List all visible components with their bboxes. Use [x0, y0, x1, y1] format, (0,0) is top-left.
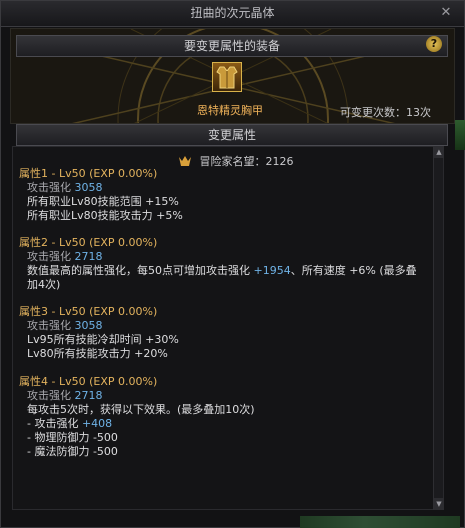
attack-enhance-label: 攻击强化	[27, 319, 71, 332]
attack-enhance-value: 2718	[74, 389, 103, 402]
change-attribute-header: 变更属性	[16, 124, 448, 146]
attack-enhance-row: 攻击强化 3058	[19, 319, 439, 333]
scrollbar[interactable]: ▲ ▼	[433, 146, 444, 510]
attack-enhance-label: 攻击强化	[27, 181, 71, 194]
effect-line: 数值最高的属性强化，每50点可增加攻击强化 +1954、所有速度 +6% (最多…	[19, 264, 439, 278]
effect-highlight: +1954	[253, 264, 291, 277]
title-bar: 扭曲的次元晶体 ✕	[1, 1, 464, 27]
close-icon[interactable]: ✕	[438, 5, 454, 21]
remaining-changes: 可变更次数：13次	[340, 106, 431, 119]
attack-enhance-row: 攻击强化 2718	[19, 250, 439, 264]
effect-line: - 物理防御力 -500	[27, 431, 118, 444]
attack-enhance-row: 攻击强化 2718	[19, 389, 439, 403]
attack-enhance-value: 3058	[74, 181, 103, 194]
attribute-title: 属性2 - Lv50 (EXP 0.00%)	[19, 236, 158, 249]
effect-line: 所有职业Lv80技能攻击力 +5%	[27, 209, 183, 222]
effect-line: - 魔法防御力 -500	[27, 445, 118, 458]
effect-text: - 攻击强化	[27, 417, 82, 430]
effect-line: 每攻击5次时，获得以下效果。(最多叠加10次)	[27, 403, 255, 416]
effect-line: 加4次)	[27, 278, 61, 291]
effect-line: - 攻击强化 +408	[19, 417, 439, 431]
attack-enhance-row: 攻击强化 3058	[19, 181, 439, 195]
window-title: 扭曲的次元晶体	[190, 6, 275, 20]
attribute-block-3: 属性3 - Lv50 (EXP 0.00%) 攻击强化 3058 Lv95所有技…	[19, 305, 439, 361]
effect-line: Lv80所有技能攻击力 +20%	[27, 347, 168, 360]
effect-text-end: 、所有速度 +6% (最多叠	[290, 264, 417, 277]
attribute-list-panel: 冒险家名望：2126 属性1 - Lv50 (EXP 0.00%) 攻击强化 3…	[12, 146, 444, 510]
attack-enhance-label: 攻击强化	[27, 389, 71, 402]
change-attribute-title: 变更属性	[207, 128, 256, 142]
scroll-down-arrow-icon[interactable]: ▼	[434, 498, 444, 510]
chest-armor-icon[interactable]	[212, 62, 242, 92]
bottom-decoration	[300, 516, 460, 528]
item-name: 恩特精灵胸甲	[197, 104, 263, 117]
effect-line: 所有职业Lv80技能范围 +15%	[27, 195, 179, 208]
attribute-title: 属性4 - Lv50 (EXP 0.00%)	[19, 375, 158, 388]
equipment-header-title: 要变更属性的装备	[183, 39, 280, 53]
attack-enhance-label: 攻击强化	[27, 250, 71, 263]
attribute-block-1: 属性1 - Lv50 (EXP 0.00%) 攻击强化 3058 所有职业Lv8…	[19, 167, 439, 223]
scroll-up-arrow-icon[interactable]: ▲	[434, 146, 444, 158]
equipment-header: 要变更属性的装备	[16, 35, 448, 57]
attribute-title: 属性1 - Lv50 (EXP 0.00%)	[19, 167, 158, 180]
fame-icon	[179, 156, 191, 166]
attribute-title: 属性3 - Lv50 (EXP 0.00%)	[19, 305, 158, 318]
attribute-block-4: 属性4 - Lv50 (EXP 0.00%) 攻击强化 2718 每攻击5次时，…	[19, 375, 439, 459]
effect-highlight: +408	[81, 417, 113, 430]
attribute-block-2: 属性2 - Lv50 (EXP 0.00%) 攻击强化 2718 数值最高的属性…	[19, 236, 439, 292]
effect-text: 数值最高的属性强化，每50点可增加攻击强化	[27, 264, 254, 277]
attack-enhance-value: 2718	[74, 250, 103, 263]
help-icon[interactable]: ?	[426, 36, 442, 52]
effect-line: Lv95所有技能冷却时间 +30%	[27, 333, 179, 346]
attack-enhance-value: 3058	[74, 319, 103, 332]
side-decoration	[455, 120, 465, 150]
